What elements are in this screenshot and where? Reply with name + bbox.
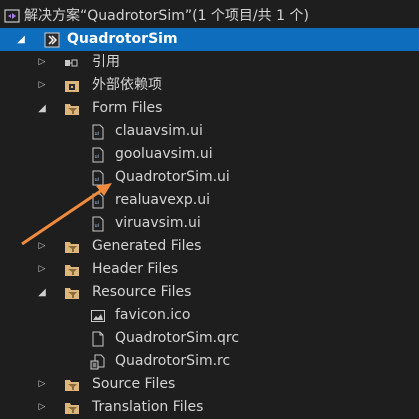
resource-script-icon [90, 354, 106, 370]
ui-file-icon: ui [90, 147, 106, 163]
tree-item-file[interactable]: ui gooluavsim.ui [0, 143, 419, 166]
file-label: realuavexp.ui [115, 192, 211, 208]
tree-item-project[interactable]: ◢ QuadrotorSim [0, 28, 419, 51]
file-label: favicon.ico [115, 307, 191, 323]
filter-folder-icon [64, 285, 80, 301]
svg-text:ui: ui [95, 223, 100, 229]
expanded-arrow-icon[interactable]: ◢ [35, 281, 49, 304]
svg-text:ui: ui [95, 200, 100, 206]
tree-item-source-files[interactable]: ▷ Source Files [0, 373, 419, 396]
file-label: QuadrotorSim.qrc [115, 330, 240, 346]
svg-text:ui: ui [95, 154, 100, 160]
solution-label: 解决方案“QuadrotorSim”(1 个项目/共 1 个) [24, 8, 309, 24]
tree-item-file[interactable]: ui clauavsim.ui [0, 120, 419, 143]
file-label: gooluavsim.ui [115, 146, 213, 162]
file-label: clauavsim.ui [115, 123, 203, 139]
tree-item-file[interactable]: QuadrotorSim.rc [0, 350, 419, 373]
expanded-arrow-icon[interactable]: ◢ [35, 97, 49, 120]
tree-item-header-files[interactable]: ▷ Header Files [0, 258, 419, 281]
references-label: 引用 [92, 54, 120, 70]
collapsed-arrow-icon[interactable]: ▷ [35, 373, 49, 396]
qt-project-icon [44, 32, 60, 48]
tree-item-file[interactable]: ui viruavsim.ui [0, 212, 419, 235]
filter-folder-icon [64, 239, 80, 255]
resource-files-label: Resource Files [92, 284, 192, 300]
ui-file-icon: ui [90, 124, 106, 140]
file-label: viruavsim.ui [115, 215, 201, 231]
tree-item-references[interactable]: ▷ 引用 [0, 51, 419, 74]
tree-item-solution[interactable]: 解决方案“QuadrotorSim”(1 个项目/共 1 个) [0, 4, 419, 28]
solution-icon [4, 8, 20, 24]
filter-folder-icon [64, 377, 80, 393]
tree-item-file[interactable]: ui realuavexp.ui [0, 189, 419, 212]
tree-item-translation-files[interactable]: ▷ Translation Files [0, 396, 419, 419]
tree-item-resource-files[interactable]: ◢ Resource Files [0, 281, 419, 304]
collapsed-arrow-icon[interactable]: ▷ [35, 396, 49, 419]
collapsed-arrow-icon[interactable]: ▷ [35, 74, 49, 97]
source-files-label: Source Files [92, 376, 176, 392]
external-deps-label: 外部依赖项 [92, 77, 162, 93]
tree-item-form-files[interactable]: ◢ Form Files [0, 97, 419, 120]
ui-file-icon: ui [90, 216, 106, 232]
ui-file-icon: ui [90, 170, 106, 186]
filter-folder-icon [64, 262, 80, 278]
tree-item-file[interactable]: favicon.ico [0, 304, 419, 327]
translation-files-label: Translation Files [92, 399, 204, 415]
svg-text:ui: ui [95, 177, 100, 183]
collapsed-arrow-icon[interactable]: ▷ [35, 51, 49, 74]
svg-text:ui: ui [95, 131, 100, 137]
file-label: QuadrotorSim.ui [115, 169, 230, 185]
ui-file-icon: ui [90, 193, 106, 209]
form-files-label: Form Files [92, 100, 163, 116]
file-icon [90, 331, 106, 347]
tree-item-external-deps[interactable]: ▷ 外部依赖项 [0, 74, 419, 97]
tree-item-generated-files[interactable]: ▷ Generated Files [0, 235, 419, 258]
collapsed-arrow-icon[interactable]: ▷ [35, 258, 49, 281]
project-label: QuadrotorSim [67, 31, 178, 47]
header-files-label: Header Files [92, 261, 179, 277]
filter-folder-icon [64, 400, 80, 416]
solution-explorer-tree: 解决方案“QuadrotorSim”(1 个项目/共 1 个) ◢ Quadro… [0, 4, 419, 419]
filter-folder-icon [64, 101, 80, 117]
file-label: QuadrotorSim.rc [115, 353, 231, 369]
image-file-icon [90, 308, 106, 324]
external-deps-icon [64, 78, 80, 94]
expanded-arrow-icon[interactable]: ◢ [14, 28, 28, 51]
references-icon [64, 57, 80, 73]
generated-files-label: Generated Files [92, 238, 202, 254]
tree-item-file[interactable]: QuadrotorSim.qrc [0, 327, 419, 350]
collapsed-arrow-icon[interactable]: ▷ [35, 235, 49, 258]
tree-item-file-quadrotorsim-ui[interactable]: ui QuadrotorSim.ui [0, 166, 419, 189]
